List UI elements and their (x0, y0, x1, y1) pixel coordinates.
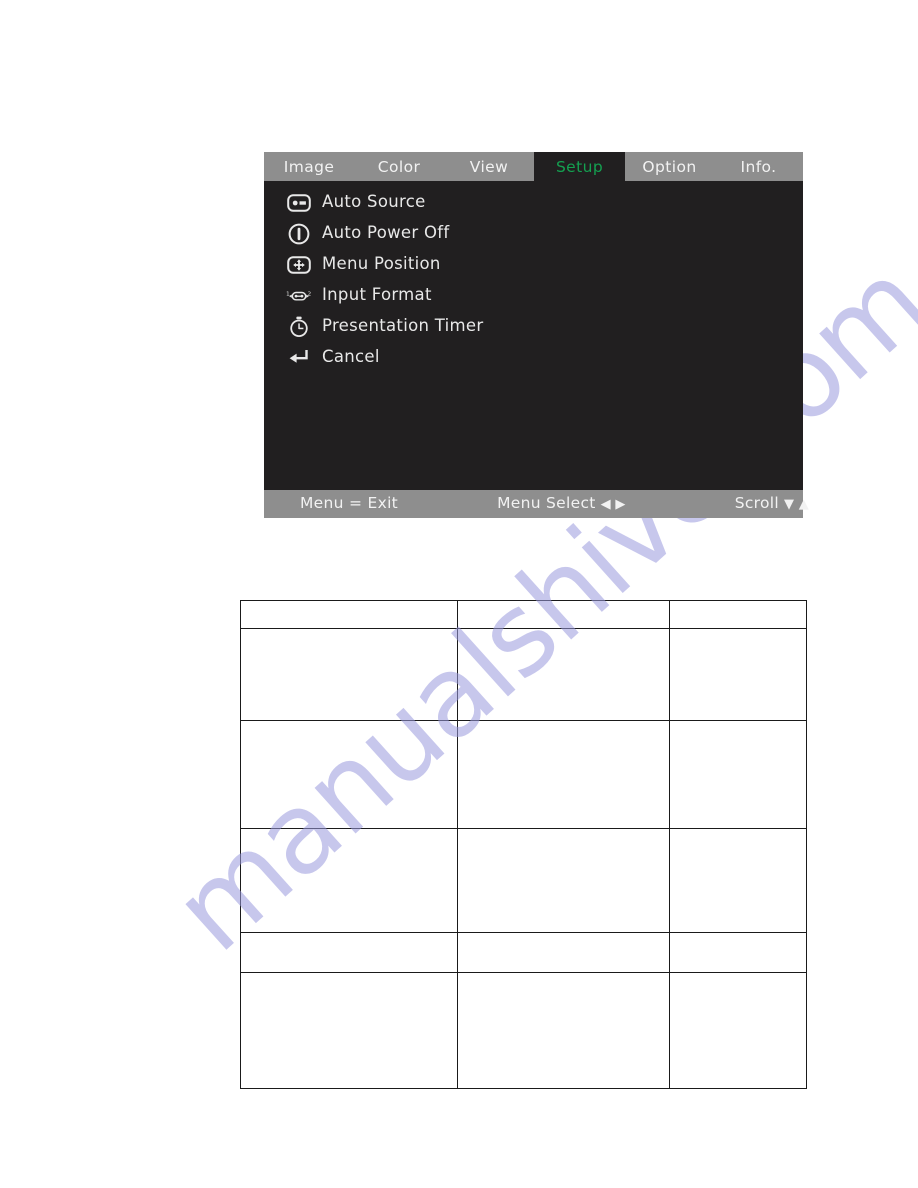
table-row (239, 828, 808, 933)
table-cell (457, 932, 670, 973)
tab-info-label: Info. (740, 157, 777, 176)
table-cell (457, 972, 670, 1089)
input-format-icon: 1 2 (286, 284, 312, 308)
tab-image[interactable]: Image (264, 152, 354, 181)
osd-menu-panel: Image Color View Setup Option Info. Auto… (264, 152, 809, 518)
status-menu-select-label: Menu Select (497, 494, 596, 513)
table-cell (457, 628, 670, 721)
table-cell (239, 932, 459, 973)
status-menu-select: Menu Select ◀ ▶ (497, 496, 626, 512)
down-up-arrows-icon: ▼ ▲ (784, 496, 810, 512)
menu-item-auto-power-off-label: Auto Power Off (322, 223, 450, 243)
table-cell (239, 972, 459, 1089)
tab-setup[interactable]: Setup (534, 152, 625, 181)
svg-text:1: 1 (286, 291, 290, 297)
status-menu-exit-label: Menu = Exit (300, 494, 399, 513)
osd-tab-bar: Image Color View Setup Option Info. (264, 152, 803, 181)
table-row (239, 972, 808, 1089)
tab-image-label: Image (283, 157, 335, 176)
status-scroll-label: Scroll (734, 494, 779, 513)
table-cell (668, 972, 808, 1089)
tab-view-label: View (469, 157, 509, 176)
menu-item-auto-source[interactable]: Auto Source (264, 187, 803, 218)
spec-table-body (239, 600, 808, 1089)
table-cell (668, 720, 808, 829)
table-cell (668, 828, 808, 933)
table-cell (239, 600, 459, 629)
tab-setup-label: Setup (555, 157, 604, 176)
menu-item-cancel-label: Cancel (322, 347, 380, 367)
tab-color-label: Color (377, 157, 421, 176)
table-row (239, 932, 808, 973)
table-cell (668, 600, 808, 629)
table-cell (457, 828, 670, 933)
status-scroll: Scroll ▼ ▲ (735, 496, 809, 512)
menu-position-icon (286, 253, 312, 277)
table-cell (239, 828, 459, 933)
menu-item-input-format[interactable]: 1 2 Input Format (264, 280, 803, 311)
menu-item-presentation-timer[interactable]: Presentation Timer (264, 311, 803, 342)
cancel-return-icon (286, 346, 312, 370)
table-row (239, 720, 808, 829)
tab-view[interactable]: View (444, 152, 534, 181)
table-cell (239, 720, 459, 829)
auto-source-icon (286, 191, 312, 215)
tab-option[interactable]: Option (625, 152, 714, 181)
status-menu-exit: Menu = Exit (300, 496, 398, 512)
table-row (239, 600, 808, 629)
left-right-arrows-icon: ◀ ▶ (600, 496, 626, 512)
spec-table (239, 600, 808, 1089)
table-cell (668, 628, 808, 721)
tab-option-label: Option (642, 157, 697, 176)
presentation-timer-icon (286, 315, 312, 339)
tab-color[interactable]: Color (354, 152, 444, 181)
table-cell (457, 720, 670, 829)
menu-item-auto-source-label: Auto Source (322, 192, 426, 212)
osd-status-bar: Menu = Exit Menu Select ◀ ▶ Scroll ▼ ▲ (264, 490, 809, 518)
menu-item-menu-position[interactable]: Menu Position (264, 249, 803, 280)
menu-item-auto-power-off[interactable]: Auto Power Off (264, 218, 803, 249)
table-cell (668, 932, 808, 973)
menu-item-menu-position-label: Menu Position (322, 254, 441, 274)
svg-text:2: 2 (308, 291, 312, 297)
table-cell (239, 628, 459, 721)
auto-power-off-icon (286, 222, 312, 246)
menu-item-presentation-timer-label: Presentation Timer (322, 316, 484, 336)
osd-menu-list: Auto Source Auto Power Off Menu Position… (264, 181, 803, 489)
tab-info[interactable]: Info. (714, 152, 803, 181)
menu-item-cancel[interactable]: Cancel (264, 342, 803, 373)
menu-item-input-format-label: Input Format (322, 285, 432, 305)
table-row (239, 628, 808, 721)
table-cell (457, 600, 670, 629)
